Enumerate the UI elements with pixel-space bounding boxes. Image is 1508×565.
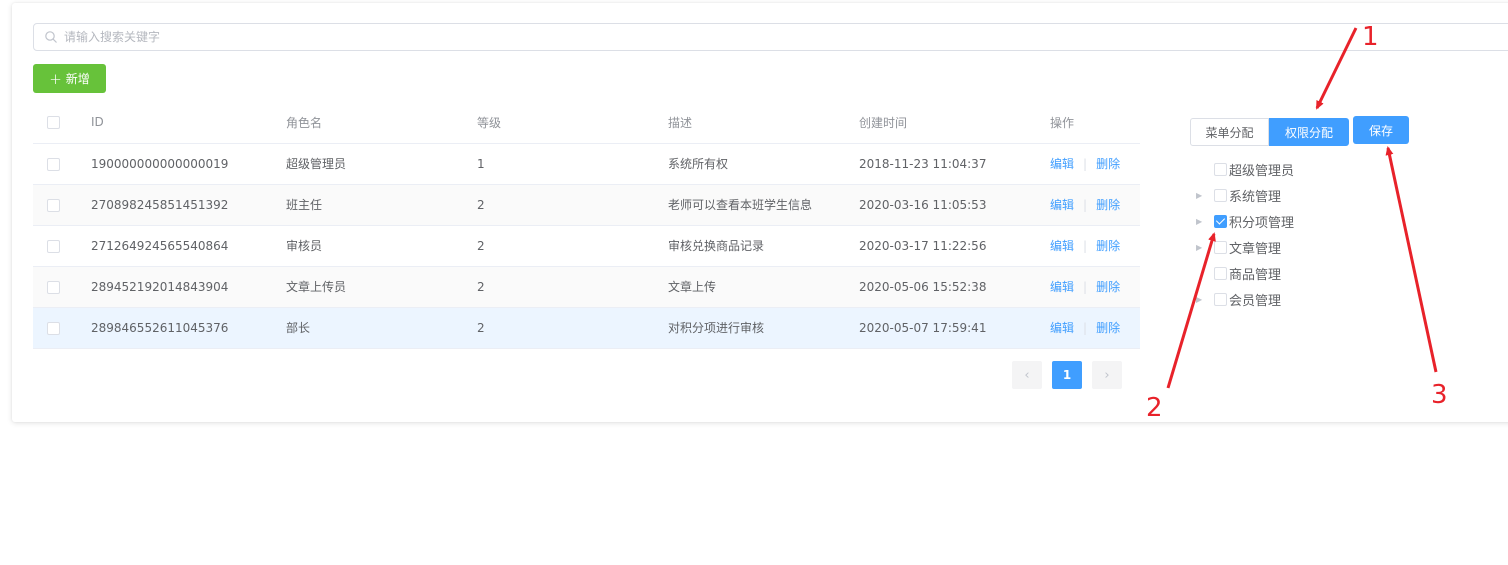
annotation-label-1: 1	[1362, 22, 1379, 52]
annotation-arrow-2	[1166, 232, 1216, 389]
annotation-arrows	[1166, 27, 1438, 389]
annotation-arrow-3	[1385, 146, 1438, 373]
annotation-label-3: 3	[1431, 380, 1448, 410]
annotation-arrow-1	[1315, 27, 1358, 110]
annotation-label-2: 2	[1146, 393, 1163, 423]
